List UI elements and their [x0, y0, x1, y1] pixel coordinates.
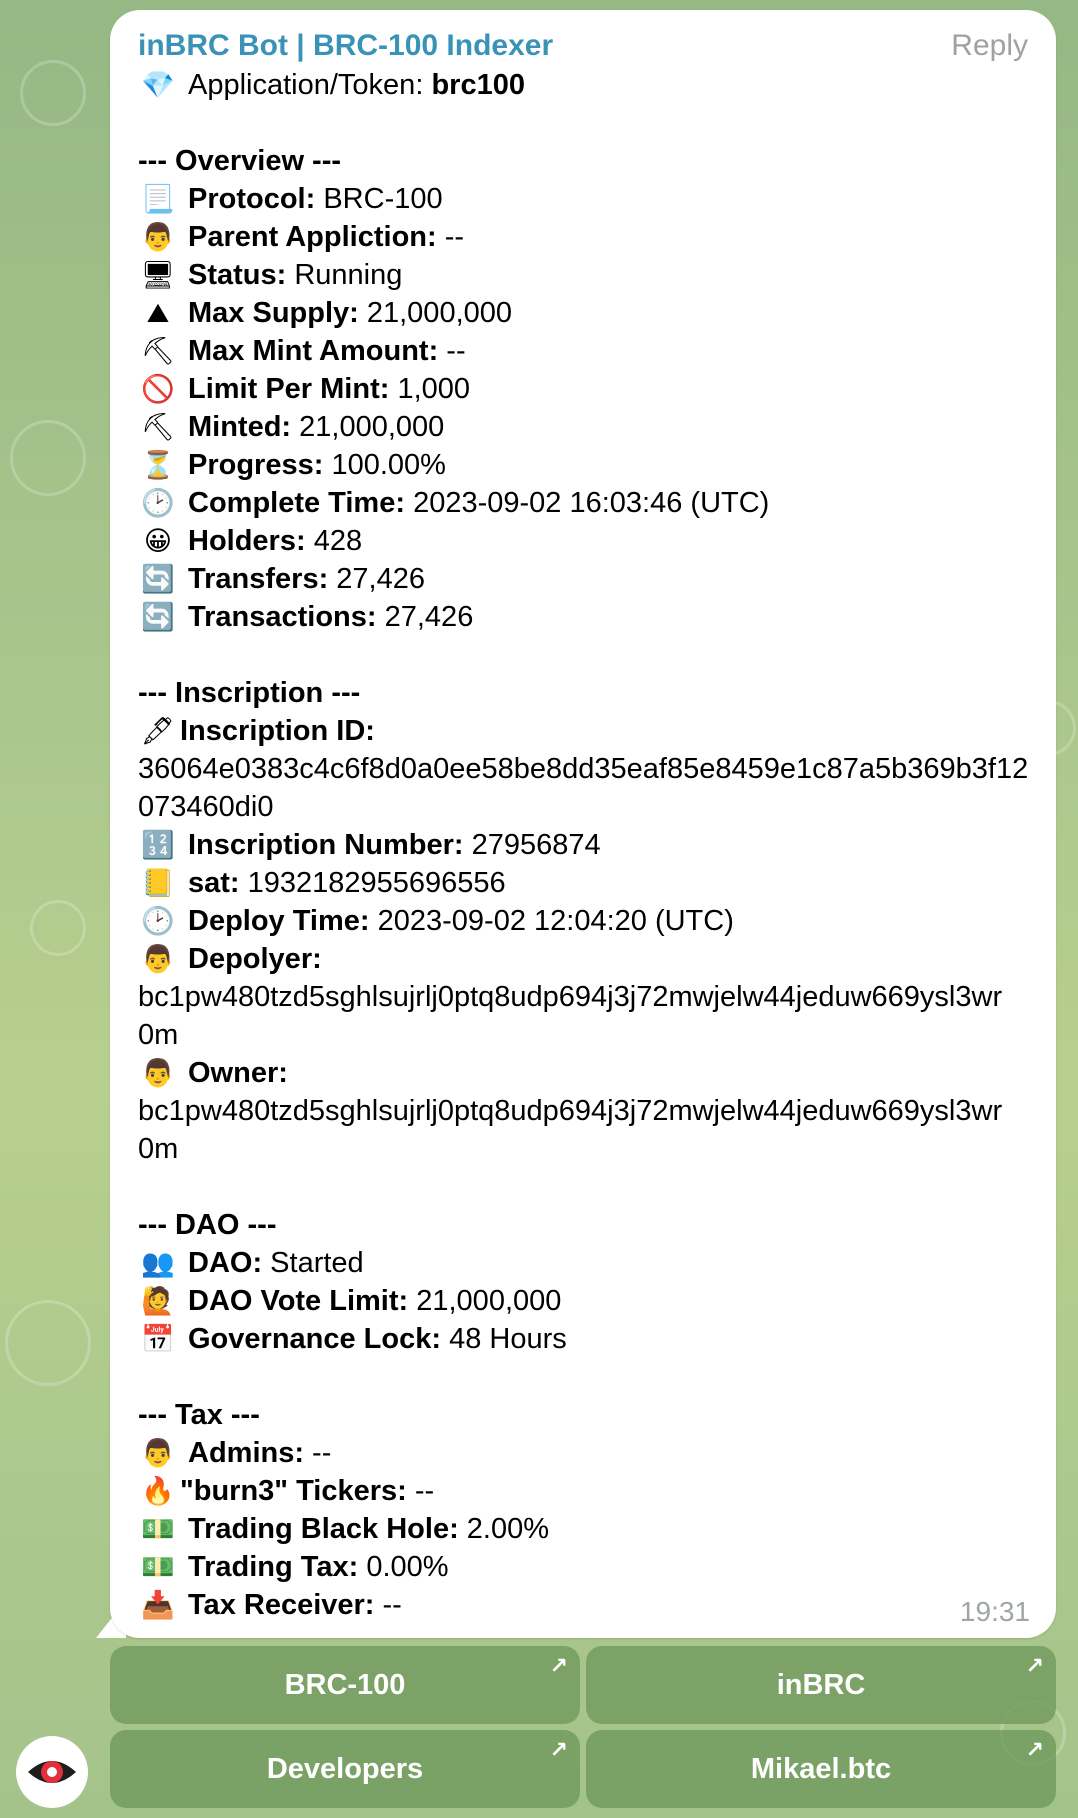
inscription-section-title: --- Inscription --- [138, 677, 361, 709]
fire-icon: 🔥 [141, 1476, 175, 1507]
dao-line: 👥 DAO: Started [138, 1244, 1028, 1282]
computer-icon: 🖥 [140, 260, 176, 291]
owner-address: bc1pw480tzd5sghlsujrlj0ptq8udp694j3j72mw… [138, 1095, 1003, 1127]
governance-lock-line: 📅 Governance Lock: 48 Hours [138, 1320, 1028, 1358]
numbers-icon: 🔢 [141, 830, 175, 861]
button-label: Developers [266, 1752, 424, 1785]
protocol-line: 📃 Protocol: BRC-100 [138, 180, 1028, 218]
brc100-link-button[interactable]: BRC-100 ↗ [110, 1646, 580, 1724]
hourglass-icon: ⏳ [141, 450, 175, 481]
people-icon: 👥 [141, 1248, 175, 1279]
tax-section-title: --- Tax --- [138, 1399, 260, 1431]
bot-avatar[interactable] [16, 1736, 88, 1808]
deployer-address: bc1pw480tzd5sghlsujrlj0ptq8udp694j3j72mw… [138, 981, 1003, 1013]
pick-icon: ⛏ [140, 412, 176, 443]
status-line: 🖥 Status: Running [138, 256, 1028, 294]
owner-address-cont: 0m [138, 1133, 179, 1165]
tax-receiver-line: 📥 Tax Receiver: -- [138, 1586, 1028, 1624]
limit-per-mint-line: 🚫 Limit Per Mint: 1,000 [138, 370, 1028, 408]
message-header: inBRC Bot | BRC-100 Indexer Reply [138, 26, 1028, 66]
deployer-address-cont: 0m [138, 1019, 179, 1051]
external-link-icon: ↗ [549, 1738, 568, 1763]
prohibited-icon: 🚫 [141, 374, 175, 405]
message-timestamp: 19:31 [959, 1596, 1030, 1627]
person-icon: 👨 [141, 1058, 175, 1089]
inscription-id-value: 36064e0383c4c6f8d0a0ee58be8dd35eaf85e845… [138, 753, 1029, 785]
button-label: Mikael.btc [750, 1752, 892, 1785]
transactions-line: 🔄 Transactions: 27,426 [138, 598, 1028, 636]
button-label: BRC-100 [284, 1668, 406, 1701]
deploy-time-line: 🕑 Deploy Time: 2023-09-02 12:04:20 (UTC) [138, 902, 1028, 940]
pick-icon: ⛏ [140, 336, 176, 367]
inscription-id-line: 🖋 Inscription ID: [138, 712, 1028, 750]
gem-icon: 💎 [141, 70, 175, 101]
deployer-line: 👨 Depolyer: [138, 940, 1028, 978]
inbrc-link-button[interactable]: inBRC ↗ [586, 1646, 1056, 1724]
app-token-line: 💎 Application/Token: brc100 [138, 66, 1028, 104]
background-doodle [5, 1300, 91, 1386]
overview-section-title: --- Overview --- [138, 145, 342, 177]
inbox-icon: 📥 [141, 1590, 175, 1621]
progress-line: ⏳ Progress: 100.00% [138, 446, 1028, 484]
app-token-value: brc100 [431, 69, 525, 101]
external-link-icon: ↗ [1025, 1654, 1044, 1679]
eye-logo-icon [28, 1761, 76, 1783]
external-link-icon: ↗ [549, 1654, 568, 1679]
cycle-arrows-icon: 🔄 [141, 602, 175, 633]
pen-icon: 🖋 [140, 716, 176, 747]
inscription-number-line: 🔢 Inscription Number: 27956874 [138, 826, 1028, 864]
background-doodle [20, 60, 86, 126]
max-supply-line: ⛰ Max Supply: 21,000,000 [138, 294, 1028, 332]
technologist-icon: 👨 [141, 1438, 175, 1469]
background-doodle [30, 900, 86, 956]
dao-vote-limit-line: 🙋 DAO Vote Limit: 21,000,000 [138, 1282, 1028, 1320]
calendar-icon: 📅 [141, 1324, 175, 1355]
money-icon: 💵 [141, 1514, 175, 1545]
raised-hand-icon: 🙋 [141, 1286, 175, 1317]
reply-button[interactable]: Reply [951, 29, 1028, 63]
inscription-id-value-cont: 073460di0 [138, 791, 274, 823]
mountain-icon: ⛰ [146, 298, 170, 329]
page-icon: 📃 [141, 184, 175, 215]
dao-section-title: --- DAO --- [138, 1209, 277, 1241]
transfers-line: 🔄 Transfers: 27,426 [138, 560, 1028, 598]
holders-line: 😀 Holders: 428 [138, 522, 1028, 560]
mikael-btc-link-button[interactable]: Mikael.btc ↗ [586, 1730, 1056, 1808]
burn-tickers-line: 🔥 "burn3" Tickers: -- [138, 1472, 1028, 1510]
money-icon: 💵 [141, 1552, 175, 1583]
ledger-icon: 📒 [141, 868, 175, 899]
trading-black-hole-line: 💵 Trading Black Hole: 2.00% [138, 1510, 1028, 1548]
admins-line: 👨 Admins: -- [138, 1434, 1028, 1472]
button-label: inBRC [776, 1668, 866, 1701]
background-doodle [10, 420, 86, 496]
cycle-arrows-icon: 🔄 [141, 564, 175, 595]
minted-line: ⛏ Minted: 21,000,000 [138, 408, 1028, 446]
smiley-icon: 😀 [143, 526, 173, 557]
person-icon: 👨 [141, 222, 175, 253]
clock-icon: 🕑 [141, 488, 175, 519]
clock-icon: 🕑 [141, 906, 175, 937]
sender-name[interactable]: inBRC Bot | BRC-100 Indexer [138, 29, 553, 63]
trading-tax-line: 💵 Trading Tax: 0.00% [138, 1548, 1028, 1586]
person-icon: 👨 [141, 944, 175, 975]
developers-link-button[interactable]: Developers ↗ [110, 1730, 580, 1808]
app-token-label: Application/Token: [188, 69, 424, 101]
message-body: 💎 Application/Token: brc100 --- Overview … [138, 66, 1028, 1624]
parent-application-line: 👨 Parent Appliction: -- [138, 218, 1028, 256]
owner-line: 👨 Owner: [138, 1054, 1028, 1092]
bot-message-bubble: inBRC Bot | BRC-100 Indexer Reply 💎 Appli… [110, 10, 1056, 1638]
external-link-icon: ↗ [1025, 1738, 1044, 1763]
complete-time-line: 🕑 Complete Time: 2023-09-02 16:03:46 (UTC… [138, 484, 1028, 522]
sat-line: 📒 sat: 1932182955696556 [138, 864, 1028, 902]
max-mint-amount-line: ⛏ Max Mint Amount: -- [138, 332, 1028, 370]
